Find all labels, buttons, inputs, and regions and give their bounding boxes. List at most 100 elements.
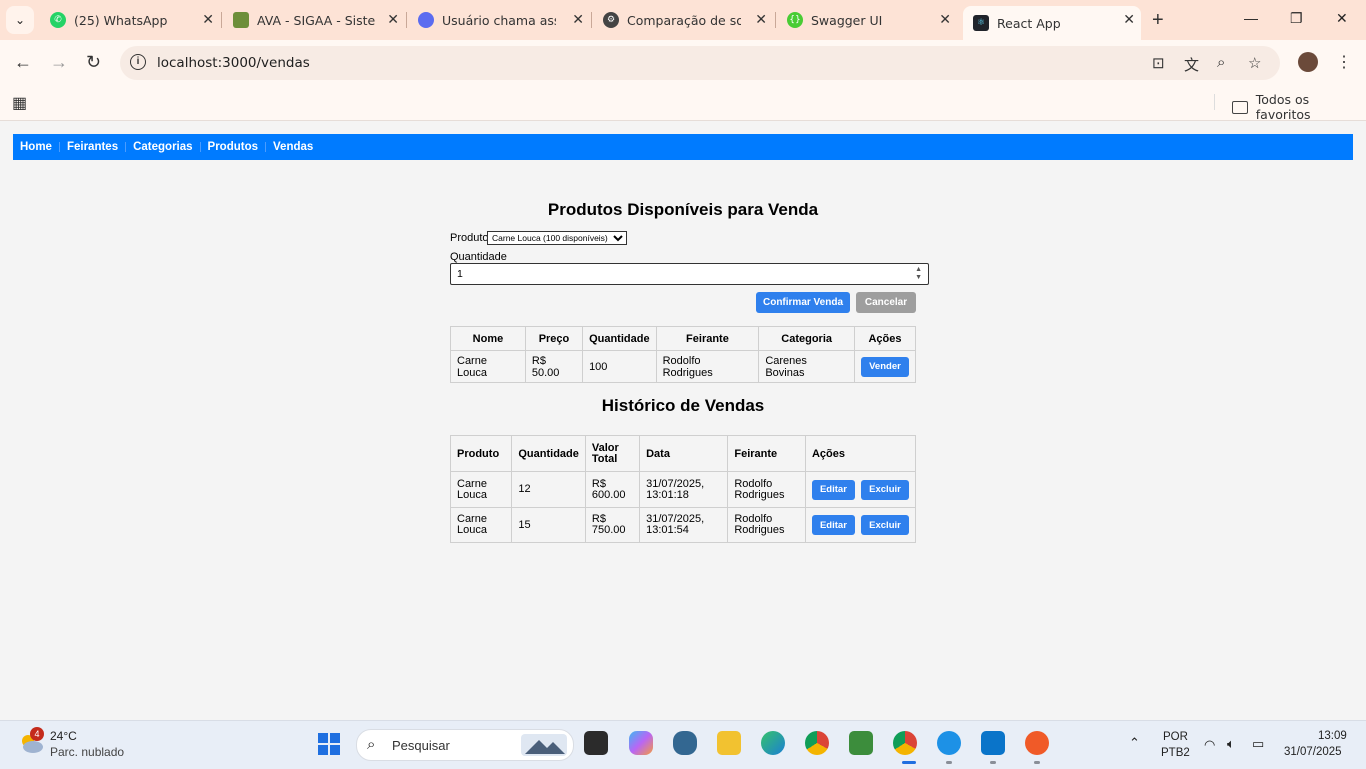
nav-categorias[interactable]: Categorias	[133, 141, 192, 153]
taskbar-search[interactable]: ⌕ Pesquisar	[356, 729, 574, 761]
temperature: 24°C	[50, 729, 77, 743]
product-quantity: 100	[582, 350, 657, 383]
table-header-row: Produto Quantidade Valor Total Data Feir…	[449, 435, 917, 472]
search-highlight-icon	[521, 734, 567, 756]
clock-date[interactable]: 31/07/2025	[1284, 746, 1342, 758]
close-tab-icon[interactable]: ✕	[939, 12, 951, 28]
tab-search-button[interactable]: ⌄	[6, 6, 34, 34]
tab-chatgpt[interactable]: ⚙ Comparação de solu ✕	[593, 6, 773, 34]
chrome-profile-icon[interactable]	[893, 731, 917, 755]
wifi-icon[interactable]: ◠	[1204, 737, 1215, 753]
delete-sale-button[interactable]: Excluir	[861, 515, 909, 535]
file-explorer-icon[interactable]	[717, 731, 741, 755]
nav-produtos[interactable]: Produtos	[208, 141, 258, 153]
close-window-icon[interactable]: ✕	[1336, 10, 1348, 27]
product-name: Carne Louca	[450, 350, 526, 383]
folder-icon	[1232, 100, 1248, 114]
products-heading: Produtos Disponíveis para Venda	[547, 200, 819, 219]
sale-total: R$ 750.00	[584, 507, 641, 543]
clock-time[interactable]: 13:09	[1318, 730, 1347, 742]
notification-badge: 4	[30, 727, 44, 741]
delete-sale-button[interactable]: Excluir	[861, 479, 909, 500]
close-tab-icon[interactable]: ✕	[755, 12, 767, 28]
close-tab-icon[interactable]: ✕	[1123, 12, 1135, 28]
product-category: Carenes Bovinas	[758, 350, 855, 383]
product-price: R$ 50.00	[524, 350, 584, 383]
address-bar[interactable]: i localhost:3000/vendas ⊡ 文 ⌕ ☆	[120, 46, 1280, 80]
language-indicator[interactable]: POR	[1163, 731, 1188, 743]
product-label: Produto	[450, 232, 489, 244]
forward-arrow-icon[interactable]: →	[50, 52, 68, 72]
swagger-icon: {}	[787, 12, 803, 28]
column-header: Quantidade	[582, 326, 657, 351]
table-row: Carne Louca R$ 50.00 100 Rodolfo Rodrigu…	[450, 350, 917, 383]
tab-react-app[interactable]: ⚛ React App ✕	[963, 6, 1141, 40]
tab-sigaa[interactable]: AVA - SIGAA - Sistem ✕	[223, 6, 405, 34]
column-header: Ações	[853, 326, 917, 351]
column-header: Data	[639, 435, 729, 472]
tab-title: React App	[997, 15, 1061, 31]
minimize-icon[interactable]: —	[1244, 10, 1258, 26]
zoom-icon[interactable]: ⌕	[1217, 54, 1225, 71]
translate-icon[interactable]: 文	[1184, 54, 1199, 75]
postman-icon[interactable]	[1025, 731, 1049, 755]
history-heading: Histórico de Vendas	[601, 396, 765, 415]
column-header: Nome	[450, 326, 526, 351]
tab-copilot[interactable]: Usuário chama assiste ✕	[408, 6, 590, 34]
battery-icon[interactable]: ▭	[1252, 736, 1264, 752]
nav-home[interactable]: Home	[20, 141, 52, 153]
url-text[interactable]: localhost:3000/vendas	[157, 55, 310, 71]
quantity-value: 1	[457, 268, 463, 280]
docker-icon[interactable]	[937, 731, 961, 755]
vscode-icon[interactable]	[981, 731, 1005, 755]
close-tab-icon[interactable]: ✕	[387, 12, 399, 28]
green-app-icon[interactable]	[849, 731, 873, 755]
whatsapp-icon: ✆	[50, 12, 66, 28]
site-info-icon[interactable]: i	[130, 54, 146, 70]
cancel-button[interactable]: Cancelar	[856, 292, 916, 313]
chevron-down-icon: ⌄	[14, 13, 26, 27]
nav-feirantes[interactable]: Feirantes	[67, 141, 118, 153]
column-header: Feirante	[655, 326, 760, 351]
close-tab-icon[interactable]: ✕	[202, 12, 214, 28]
restore-icon[interactable]: ❐	[1290, 10, 1303, 27]
edit-sale-button[interactable]: Editar	[811, 515, 855, 535]
bookmark-star-icon[interactable]: ☆	[1248, 54, 1261, 72]
table-header-row: Nome Preço Quantidade Feirante Categoria…	[450, 326, 917, 351]
edit-sale-button[interactable]: Editar	[811, 479, 855, 500]
volume-icon[interactable]: 🔈︎	[1227, 736, 1235, 752]
all-bookmarks-folder[interactable]: Todos os favoritos	[1232, 92, 1366, 122]
profile-avatar[interactable]	[1298, 52, 1318, 72]
confirm-sale-button[interactable]: Confirmar Venda	[756, 292, 850, 313]
back-arrow-icon[interactable]: ←	[14, 52, 32, 72]
edge-icon[interactable]	[761, 731, 785, 755]
sale-total: R$ 600.00	[584, 471, 641, 508]
start-windows-icon[interactable]	[318, 733, 340, 755]
install-app-icon[interactable]: ⊡	[1152, 54, 1165, 72]
tab-title: Comparação de solu	[627, 12, 741, 28]
quantity-input[interactable]: 1 ▲ ▼	[450, 263, 929, 285]
nav-vendas[interactable]: Vendas	[273, 141, 313, 153]
chrome-icon[interactable]	[805, 731, 829, 755]
apps-grid-icon[interactable]: ▦	[12, 93, 27, 113]
close-tab-icon[interactable]: ✕	[572, 12, 584, 28]
copilot-app-icon[interactable]	[629, 731, 653, 755]
tab-whatsapp[interactable]: ✆ (25) WhatsApp ✕	[40, 6, 220, 34]
search-placeholder: Pesquisar	[392, 738, 450, 753]
tab-swagger[interactable]: {} Swagger UI ✕	[777, 6, 957, 34]
chevron-up-icon[interactable]: ⌃	[1129, 735, 1140, 751]
react-icon: ⚛	[973, 15, 989, 31]
sale-quantity: 15	[511, 507, 586, 543]
sale-feirante: Rodolfo Rodrigues	[727, 507, 806, 543]
spinner-arrows-icon[interactable]: ▲ ▼	[915, 266, 922, 282]
browser-menu-icon[interactable]: ⋮	[1336, 52, 1352, 72]
sell-button[interactable]: Vender	[860, 356, 909, 377]
postgres-icon[interactable]	[673, 731, 697, 755]
product-select[interactable]: Carne Louca (100 disponíveis)	[487, 231, 627, 245]
new-tab-plus-icon[interactable]: +	[1152, 10, 1164, 30]
task-view-icon[interactable]	[584, 731, 608, 755]
keyboard-layout[interactable]: PTB2	[1161, 747, 1190, 759]
browser-toolbar: ← → ↻ i localhost:3000/vendas ⊡ 文 ⌕ ☆ ⋮	[0, 40, 1366, 86]
products-table: Nome Preço Quantidade Feirante Categoria…	[450, 326, 917, 383]
reload-icon[interactable]: ↻	[86, 52, 101, 72]
